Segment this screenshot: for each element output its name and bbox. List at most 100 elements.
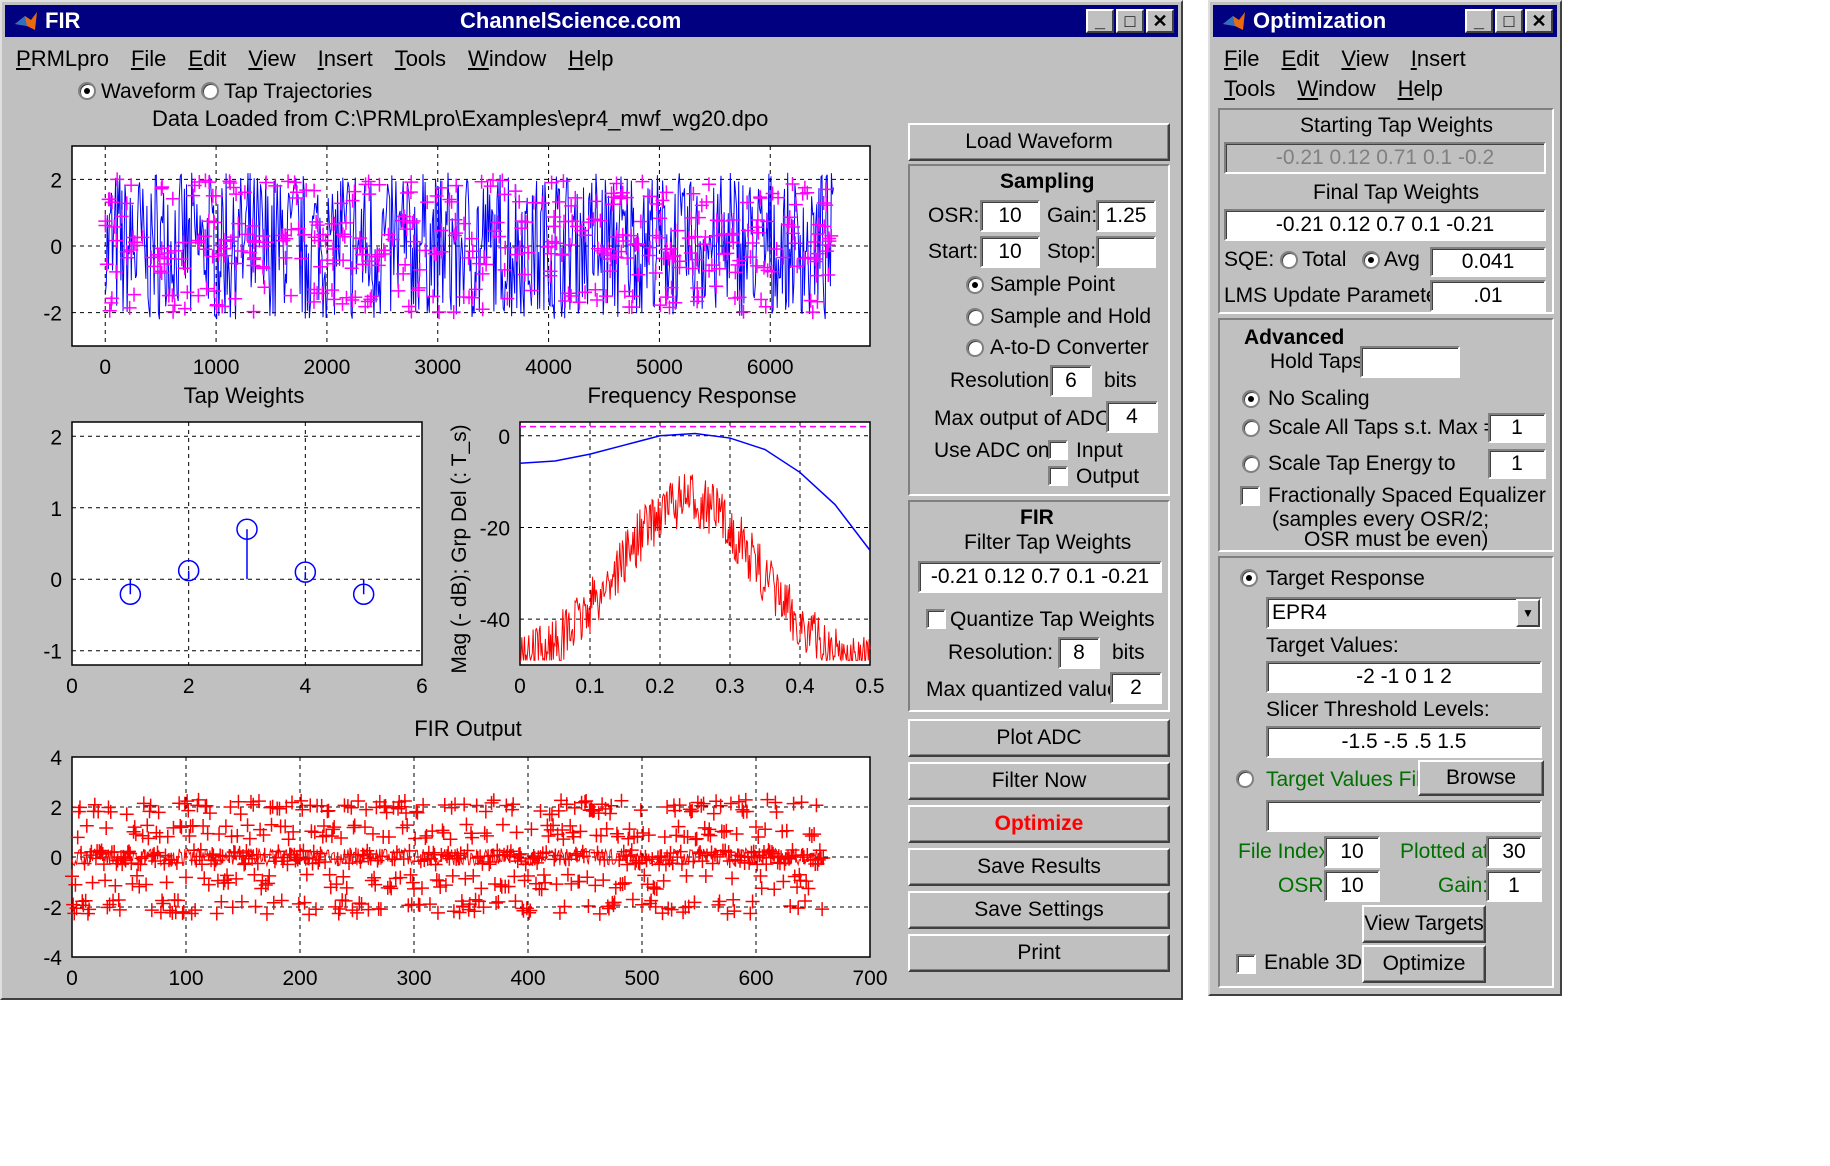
sqe-avg-radio[interactable] <box>1362 251 1380 269</box>
start-label: Start: <box>928 240 979 263</box>
sample-and-hold-radio[interactable] <box>966 308 984 326</box>
chevron-down-icon[interactable]: ▼ <box>1516 599 1540 627</box>
scale-max-radio[interactable] <box>1242 419 1260 437</box>
x-tick-label: 300 <box>396 967 431 990</box>
fir-menu-file[interactable]: File <box>131 46 166 72</box>
waveform-radio[interactable] <box>78 82 96 100</box>
no-scaling-radio[interactable] <box>1242 390 1260 408</box>
fir-menu-view[interactable]: View <box>248 46 295 72</box>
plotted-at-field[interactable]: 30 <box>1486 836 1542 868</box>
save-results-button[interactable]: Save Results <box>908 848 1170 886</box>
fse-checkbox[interactable] <box>1240 486 1260 506</box>
x-tick-label: 0.4 <box>785 675 815 698</box>
sampling-title: Sampling <box>1000 170 1095 193</box>
x-tick-label: 4000 <box>525 356 572 379</box>
view-targets-button[interactable]: View Targets <box>1362 905 1486 943</box>
fir-panel-title: FIR <box>1020 506 1054 529</box>
osr-label: OSR: <box>928 204 980 227</box>
x-tick-label: 0 <box>66 967 78 990</box>
adc-input-checkbox[interactable] <box>1048 440 1068 460</box>
target-values-field[interactable]: -2 -1 0 1 2 <box>1266 661 1542 693</box>
close-icon[interactable]: ✕ <box>1146 9 1174 33</box>
filter-tap-weights-label: Filter Tap Weights <box>964 531 1132 554</box>
fir-menu-insert[interactable]: Insert <box>318 46 373 72</box>
plot-adc-button[interactable]: Plot ADC <box>908 719 1170 757</box>
sqe-value-field: 0.041 <box>1430 247 1546 277</box>
target-response-label: Target Response <box>1266 567 1425 590</box>
file-index-field[interactable]: 10 <box>1324 836 1380 868</box>
lms-field[interactable]: .01 <box>1430 280 1546 312</box>
target-gain-field[interactable]: 1 <box>1486 870 1542 902</box>
target-osr-label: OSR: <box>1278 874 1330 897</box>
fir-menu-tools[interactable]: Tools <box>395 46 446 72</box>
browse-button[interactable]: Browse <box>1418 760 1544 796</box>
maximize-icon[interactable]: □ <box>1495 9 1523 33</box>
opt-menu-window[interactable]: Window <box>1297 74 1375 104</box>
minimize-icon[interactable]: _ <box>1465 9 1493 33</box>
fse-label: Fractionally Spaced Equalizer <box>1268 484 1546 507</box>
stop-field[interactable] <box>1096 236 1156 268</box>
close-icon[interactable]: ✕ <box>1525 9 1553 33</box>
print-button[interactable]: Print <box>908 934 1170 972</box>
adc-output-checkbox[interactable] <box>1048 466 1068 486</box>
save-settings-button[interactable]: Save Settings <box>908 891 1170 929</box>
load-waveform-button[interactable]: Load Waveform <box>908 123 1170 161</box>
scale-max-field[interactable]: 1 <box>1488 413 1546 443</box>
gain-field[interactable]: 1.25 <box>1096 200 1156 232</box>
fir-menu-edit[interactable]: Edit <box>188 46 226 72</box>
opt-menu-insert[interactable]: Insert <box>1411 44 1466 74</box>
enable-3d-checkbox[interactable] <box>1236 954 1256 974</box>
scale-energy-field[interactable]: 1 <box>1488 449 1546 479</box>
hold-taps-field[interactable] <box>1360 346 1460 378</box>
start-field[interactable]: 10 <box>980 236 1040 268</box>
opt-menu-file[interactable]: File <box>1224 44 1259 74</box>
data-loaded-text: Data Loaded from C:\PRMLpro\Examples\epr… <box>152 106 769 131</box>
target-response-select[interactable]: EPR4 ▼ <box>1266 597 1542 629</box>
opt-menu-help[interactable]: Help <box>1398 74 1443 104</box>
max-adc-field[interactable]: 4 <box>1106 401 1158 433</box>
maximize-icon[interactable]: □ <box>1116 9 1144 33</box>
a-to-d-radio[interactable] <box>966 339 984 357</box>
target-response-value: EPR4 <box>1272 601 1327 624</box>
gain-label: Gain: <box>1047 204 1098 227</box>
optimization-titlebar[interactable]: Optimization _ □ ✕ <box>1213 5 1557 37</box>
stop-label: Stop: <box>1047 240 1097 263</box>
final-tap-weights-field[interactable]: -0.21 0.12 0.7 0.1 -0.21 <box>1224 209 1546 241</box>
target-osr-field[interactable]: 10 <box>1324 870 1380 902</box>
tap-trajectories-radio[interactable] <box>201 82 219 100</box>
opt-menu-edit[interactable]: Edit <box>1281 44 1319 74</box>
fir-menu-prmlpro[interactable]: PRMLpro <box>16 46 109 72</box>
fir-menu-window[interactable]: Window <box>468 46 546 72</box>
sqe-total-radio[interactable] <box>1280 251 1298 269</box>
opt-menu-view[interactable]: View <box>1341 44 1388 74</box>
optimize-run-button[interactable]: Optimize <box>1362 945 1486 983</box>
x-tick-label: 5000 <box>636 356 683 379</box>
quant-resolution-field[interactable]: 8 <box>1058 637 1100 669</box>
adc-output-label: Output <box>1076 465 1140 488</box>
minimize-icon[interactable]: _ <box>1086 9 1114 33</box>
osr-field[interactable]: 10 <box>980 200 1040 232</box>
sample-point-radio[interactable] <box>966 276 984 294</box>
y-tick-label: 4 <box>50 747 62 770</box>
fse-note-2: OSR must be even) <box>1304 528 1489 551</box>
quant-resolution-label: Resolution: <box>948 641 1054 664</box>
adc-resolution-field[interactable]: 6 <box>1050 365 1092 397</box>
filter-now-button[interactable]: Filter Now <box>908 762 1170 800</box>
fir-menu-help[interactable]: Help <box>568 46 613 72</box>
target-response-radio[interactable] <box>1240 569 1258 587</box>
filter-tap-weights-field[interactable]: -0.21 0.12 0.7 0.1 -0.21 <box>918 561 1162 593</box>
adc-input-label: Input <box>1076 439 1123 462</box>
target-file-radio[interactable] <box>1236 770 1254 788</box>
target-file-field[interactable] <box>1266 800 1542 832</box>
y-tick-label: -20 <box>480 517 510 540</box>
fir-titlebar[interactable]: FIR ChannelScience.com _ □ ✕ <box>5 5 1178 37</box>
x-tick-label: 600 <box>738 967 773 990</box>
x-tick-label: 3000 <box>414 356 461 379</box>
x-tick-label: 0 <box>99 356 111 379</box>
scale-energy-radio[interactable] <box>1242 455 1260 473</box>
slicer-field[interactable]: -1.5 -.5 .5 1.5 <box>1266 726 1542 758</box>
max-quantized-field[interactable]: 2 <box>1110 672 1162 704</box>
optimize-button[interactable]: Optimize <box>908 805 1170 843</box>
quantize-checkbox[interactable] <box>926 609 946 629</box>
opt-menu-tools[interactable]: Tools <box>1224 74 1275 104</box>
